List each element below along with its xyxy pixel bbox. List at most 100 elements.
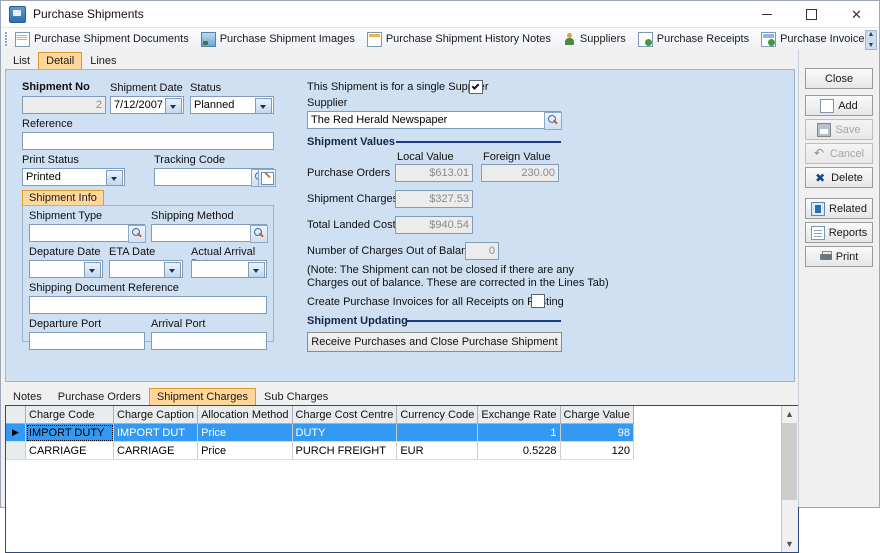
grid-vertical-scrollbar[interactable]: ▲ ▼ — [781, 406, 798, 552]
tab-list[interactable]: List — [5, 52, 38, 69]
cell-charge-caption[interactable]: IMPORT DUT — [113, 423, 199, 442]
close-button[interactable]: ✕ — [834, 1, 879, 27]
column-header-exchange-rate[interactable]: Exchange Rate — [477, 406, 561, 424]
toolbar-grip[interactable] — [3, 31, 7, 47]
grid-tab-shipment-charges[interactable]: Shipment Charges — [148, 388, 257, 406]
related-button[interactable]: Related — [805, 198, 873, 219]
app-icon — [9, 5, 26, 23]
action-label: Cancel — [829, 147, 865, 160]
departure-port-label: Departure Port — [29, 318, 102, 330]
close-action-button[interactable]: Close — [805, 68, 873, 89]
toolbar-item-purchase-shipment-images[interactable]: Purchase Shipment Images — [196, 29, 360, 49]
supplier-field[interactable]: The Red Herald Newspaper — [307, 111, 561, 129]
toolbar-item-suppliers[interactable]: Suppliers — [558, 29, 631, 49]
maximize-button[interactable] — [789, 1, 834, 27]
column-header-charge-caption[interactable]: Charge Caption — [113, 406, 199, 424]
shipment-charges-label: Shipment Charges — [307, 193, 399, 205]
print-status-combo[interactable]: Printed — [22, 168, 125, 186]
print-button[interactable]: Print — [805, 246, 873, 267]
supplier-icon — [563, 32, 576, 46]
actual-arrival-date-combo[interactable] — [191, 260, 267, 278]
cell-exchange-rate[interactable]: 1 — [477, 423, 561, 442]
column-header-charge-value[interactable]: Charge Value — [560, 406, 635, 424]
cell-charge-cost-centre[interactable]: PURCH FREIGHT — [292, 441, 398, 460]
toolbar-item-purchase-shipment-history-notes[interactable]: Purchase Shipment History Notes — [362, 29, 556, 49]
single-supplier-checkbox[interactable] — [469, 80, 483, 94]
arrival-port-label: Arrival Port — [151, 318, 206, 330]
cell-charge-caption[interactable]: CARRIAGE — [113, 441, 199, 460]
toolbar-item-purchase-invoices[interactable]: Purchase Invoices — [756, 29, 875, 49]
column-header-charge-cost-centre[interactable]: Charge Cost Centre — [292, 406, 398, 424]
cell-charge-value[interactable]: 120 — [560, 441, 635, 460]
grid-tab-sub-charges[interactable]: Sub Charges — [256, 388, 336, 405]
column-header-allocation-method[interactable]: Allocation Method — [197, 406, 293, 424]
table-row[interactable]: ▶ IMPORT DUTY IMPORT DUT Price DUTY 1 98 — [6, 423, 635, 442]
cell-charge-value[interactable]: 98 — [560, 423, 635, 442]
total-landed-cost-label: Total Landed Cost — [307, 219, 396, 231]
receive-purchases-button[interactable]: Receive Purchases and Close Purchase Shi… — [307, 332, 562, 352]
tab-lines[interactable]: Lines — [82, 52, 124, 69]
supplier-lookup-icon[interactable] — [544, 112, 562, 130]
scroll-up-icon[interactable]: ▲ — [782, 406, 797, 422]
action-label: Related — [829, 202, 867, 215]
add-button[interactable]: Add — [805, 95, 873, 116]
grid-header-row: Charge Code Charge Caption Allocation Me… — [6, 406, 635, 424]
eta-date-combo[interactable] — [109, 260, 183, 278]
create-invoices-checkbox[interactable] — [531, 294, 545, 308]
document-icon — [15, 31, 30, 47]
shipment-type-lookup-icon[interactable] — [128, 225, 146, 243]
maximize-icon — [806, 8, 817, 20]
toolbar-item-purchase-receipts[interactable]: Purchase Receipts — [633, 29, 754, 49]
cell-currency-code[interactable]: EUR — [396, 441, 479, 460]
purchase-orders-local-value: $613.01 — [395, 164, 473, 182]
purchase-orders-label: Purchase Orders — [307, 167, 391, 179]
departure-port-field[interactable] — [29, 332, 145, 350]
cell-allocation-method[interactable]: Price — [197, 441, 293, 460]
departure-date-combo[interactable] — [29, 260, 103, 278]
chevron-down-icon[interactable] — [84, 262, 101, 278]
chevron-down-icon: ▼ — [867, 42, 875, 49]
save-button: Save — [805, 119, 873, 140]
toolbar-item-label: Purchase Shipment History Notes — [385, 33, 551, 45]
cell-currency-code[interactable] — [396, 423, 479, 442]
shipment-date-combo[interactable]: 7/12/2007 — [110, 96, 184, 114]
local-value-header: Local Value — [397, 151, 454, 163]
cell-charge-code[interactable]: IMPORT DUTY — [25, 423, 114, 442]
column-header-charge-code[interactable]: Charge Code — [25, 406, 114, 424]
minimize-button[interactable] — [744, 1, 789, 27]
chevron-down-icon[interactable] — [248, 262, 265, 278]
toolbar-overflow-button[interactable]: ▲ ▼ — [865, 30, 877, 50]
shipping-document-reference-field[interactable] — [29, 296, 267, 314]
tracking-code-edit-icon[interactable] — [258, 169, 276, 187]
scrollbar-thumb[interactable] — [782, 423, 797, 500]
cell-charge-cost-centre[interactable]: DUTY — [292, 423, 398, 442]
reports-button[interactable]: Reports — [805, 222, 873, 243]
action-label: Save — [835, 123, 861, 136]
table-row[interactable]: CARRIAGE CARRIAGE Price PURCH FREIGHT EU… — [6, 441, 635, 460]
chevron-down-icon[interactable] — [165, 98, 182, 114]
shipment-info-tab[interactable]: Shipment Info — [22, 190, 104, 206]
print-status-label: Print Status — [22, 154, 79, 166]
delete-button[interactable]: Delete — [805, 167, 873, 188]
tab-detail[interactable]: Detail — [38, 52, 83, 70]
single-supplier-label: This Shipment is for a single Supplier — [307, 81, 489, 93]
status-combo[interactable]: Planned — [190, 96, 274, 114]
shipment-values-rule — [396, 141, 561, 143]
column-header-currency-code[interactable]: Currency Code — [396, 406, 479, 424]
chevron-down-icon[interactable] — [255, 98, 272, 114]
cell-exchange-rate[interactable]: 0.5228 — [477, 441, 561, 460]
cell-charge-code[interactable]: CARRIAGE — [25, 441, 114, 460]
grid-tab-notes[interactable]: Notes — [5, 388, 50, 405]
shipping-document-reference-label: Shipping Document Reference — [29, 282, 179, 294]
toolbar-item-purchase-shipment-documents[interactable]: Purchase Shipment Documents — [10, 29, 194, 49]
chevron-down-icon[interactable] — [164, 262, 181, 278]
arrival-port-field[interactable] — [151, 332, 267, 350]
action-label: Delete — [831, 171, 863, 184]
grid-tab-purchase-orders[interactable]: Purchase Orders — [50, 388, 149, 405]
shipping-method-lookup-icon[interactable] — [250, 225, 268, 243]
scroll-down-icon[interactable]: ▼ — [782, 536, 797, 552]
cell-allocation-method[interactable]: Price — [197, 423, 293, 442]
minimize-icon — [761, 13, 772, 15]
chevron-down-icon[interactable] — [106, 170, 123, 186]
reference-field[interactable] — [22, 132, 274, 150]
